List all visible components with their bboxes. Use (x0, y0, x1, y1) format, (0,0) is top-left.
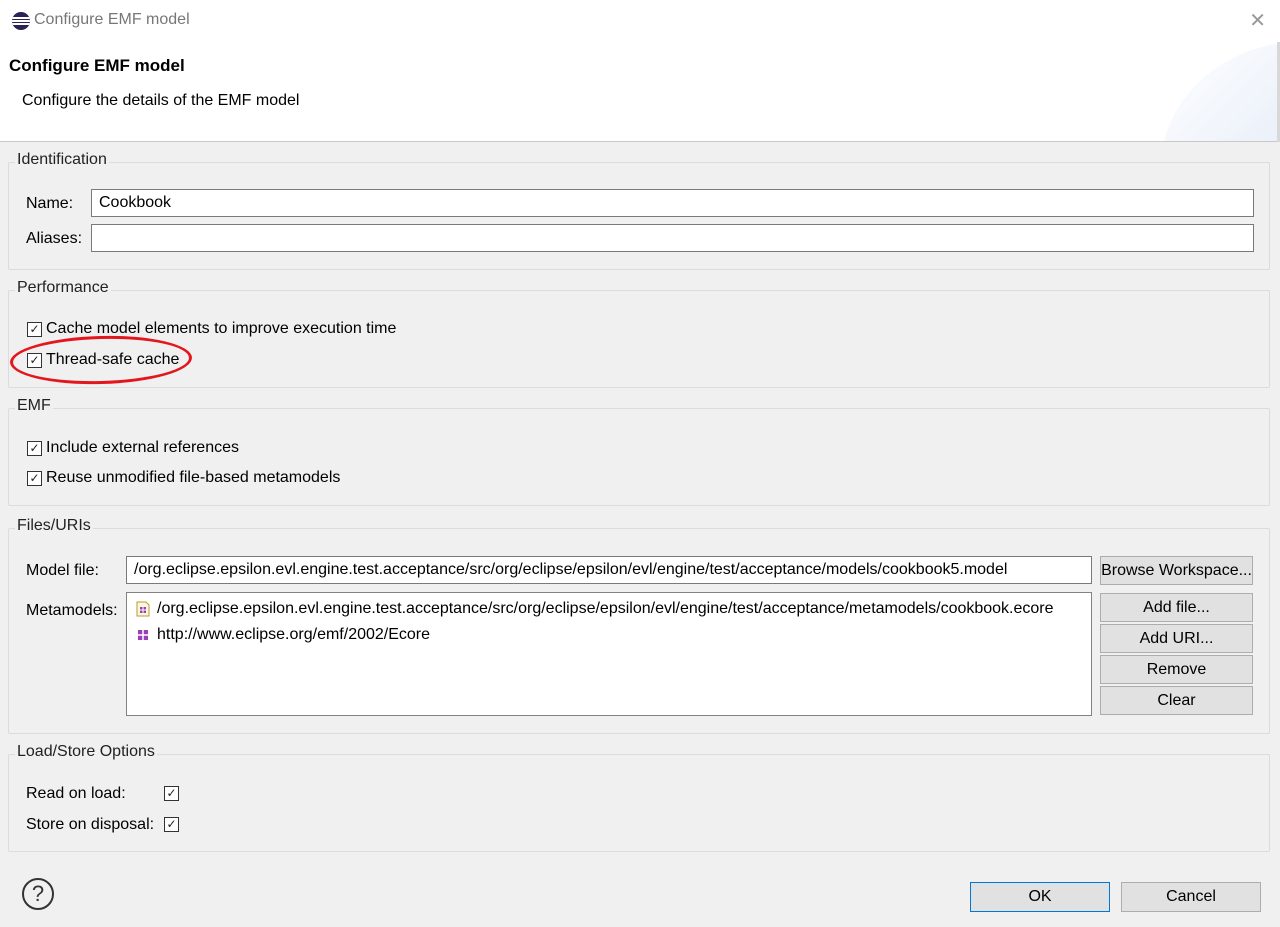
dialog-title: Configure EMF model (9, 56, 185, 75)
ecore-package-icon (138, 630, 148, 640)
name-label: Name: (26, 195, 74, 212)
close-icon[interactable]: ✕ (1249, 8, 1266, 33)
add-file-button[interactable]: Add file... (1100, 593, 1253, 622)
aliases-field[interactable] (91, 224, 1254, 252)
window-title: Configure EMF model (34, 11, 190, 28)
reuse-metamodels-label: Reuse unmodified file-based metamodels (46, 469, 341, 486)
help-icon[interactable]: ? (22, 878, 54, 910)
load-store-group-title: Load/Store Options (15, 743, 157, 761)
load-store-group: Load/Store Options (8, 743, 1270, 852)
model-file-label: Model file: (26, 562, 99, 579)
metamodel-uri: http://www.eclipse.org/emf/2002/Ecore (157, 626, 431, 643)
include-external-references-checkbox[interactable]: ✓ (27, 441, 42, 456)
name-field[interactable] (91, 189, 1254, 217)
performance-group-title: Performance (15, 279, 111, 297)
dialog-header: Configure EMF model Configure the detail… (0, 42, 1280, 142)
metamodel-path: /org.eclipse.epsilon.evl.engine.test.acc… (157, 600, 1054, 617)
identification-group-title: Identification (15, 151, 109, 169)
read-on-load-checkbox[interactable]: ✓ (164, 786, 179, 801)
cancel-button[interactable]: Cancel (1121, 882, 1261, 912)
browse-workspace-button[interactable]: Browse Workspace... (1100, 556, 1253, 585)
model-file-field[interactable] (126, 556, 1092, 584)
read-on-load-label: Read on load: (26, 785, 126, 802)
add-uri-button[interactable]: Add URI... (1100, 624, 1253, 653)
metamodel-list-item[interactable]: /org.eclipse.epsilon.evl.engine.test.acc… (135, 597, 1054, 621)
remove-button[interactable]: Remove (1100, 655, 1253, 684)
reuse-metamodels-checkbox[interactable]: ✓ (27, 471, 42, 486)
metamodels-label: Metamodels: (26, 602, 118, 619)
emf-group-title: EMF (15, 397, 53, 415)
title-bar: Configure EMF model ✕ (0, 0, 1280, 42)
include-external-references-label: Include external references (46, 439, 239, 456)
aliases-label: Aliases: (26, 230, 83, 247)
store-on-disposal-label: Store on disposal: (26, 816, 155, 833)
banner-graphic (1160, 42, 1280, 141)
store-on-disposal-checkbox[interactable]: ✓ (164, 817, 179, 832)
clear-button[interactable]: Clear (1100, 686, 1253, 715)
files-group-title: Files/URIs (15, 517, 93, 535)
emf-group: EMF (8, 397, 1270, 506)
metamodel-list-item[interactable]: http://www.eclipse.org/emf/2002/Ecore (135, 623, 430, 647)
dialog-description: Configure the details of the EMF model (22, 92, 300, 109)
ecore-file-icon (136, 601, 150, 617)
performance-group: Performance (8, 279, 1270, 388)
eclipse-icon (12, 12, 30, 30)
metamodels-list[interactable]: /org.eclipse.epsilon.evl.engine.test.acc… (126, 592, 1092, 716)
ok-button[interactable]: OK (970, 882, 1110, 912)
cache-checkbox[interactable]: ✓ (27, 322, 42, 337)
